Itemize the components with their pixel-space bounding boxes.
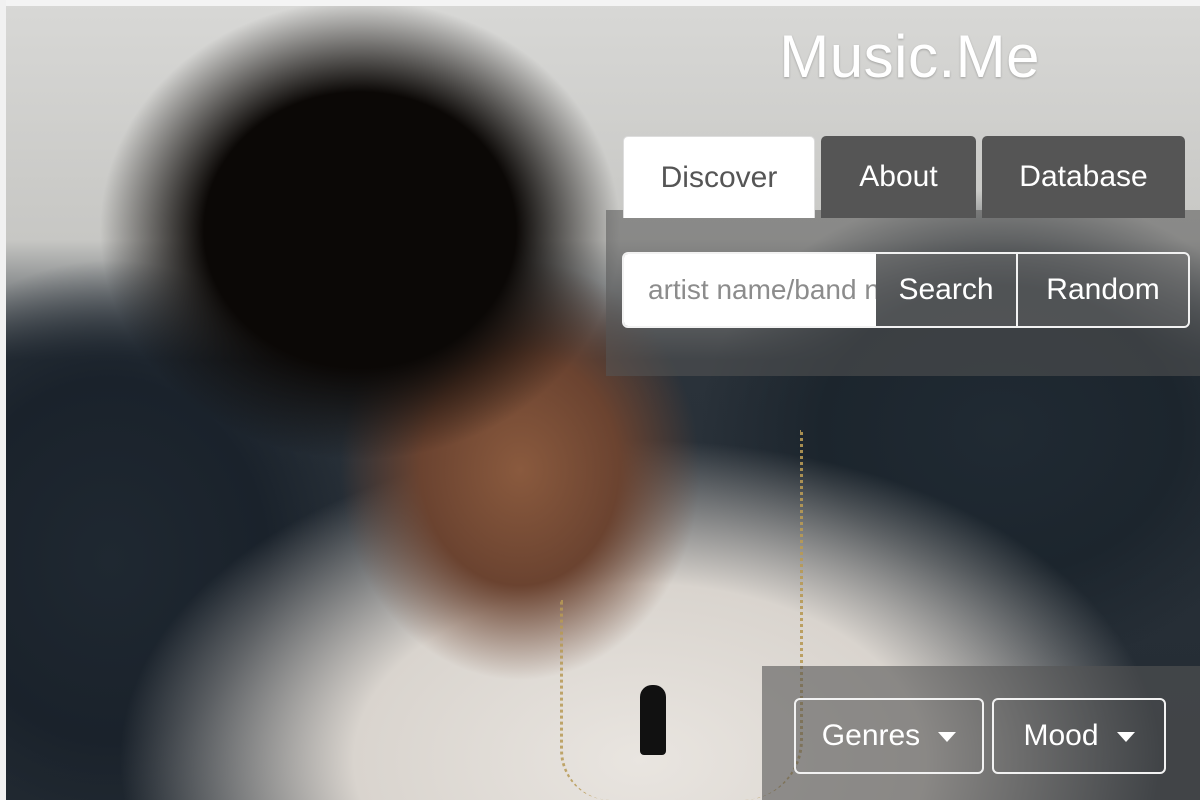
left-border xyxy=(0,0,6,800)
genres-dropdown-label: Genres xyxy=(821,719,921,752)
mood-dropdown-label: Mood xyxy=(1023,719,1099,752)
top-border xyxy=(0,0,1200,6)
random-button[interactable]: Random xyxy=(1018,254,1188,326)
app-title[interactable]: Music.Me xyxy=(779,22,1040,91)
search-group: Search Random xyxy=(622,252,1190,328)
search-button[interactable]: Search xyxy=(876,254,1018,326)
tab-database[interactable]: Database xyxy=(982,136,1185,218)
genres-dropdown[interactable]: Genres xyxy=(794,698,984,774)
search-input[interactable] xyxy=(624,254,876,326)
mood-dropdown[interactable]: Mood xyxy=(992,698,1166,774)
caret-down-icon xyxy=(1116,732,1135,742)
tab-discover[interactable]: Discover xyxy=(623,136,815,218)
page: Music.Me Discover About Database Search … xyxy=(0,0,1200,800)
nav-tabs: Discover About Database xyxy=(623,136,1185,218)
tab-about[interactable]: About xyxy=(821,136,976,218)
photo-detail-microphone xyxy=(640,685,666,755)
photo-detail-necklace-left xyxy=(560,600,623,800)
caret-down-icon xyxy=(938,732,957,742)
